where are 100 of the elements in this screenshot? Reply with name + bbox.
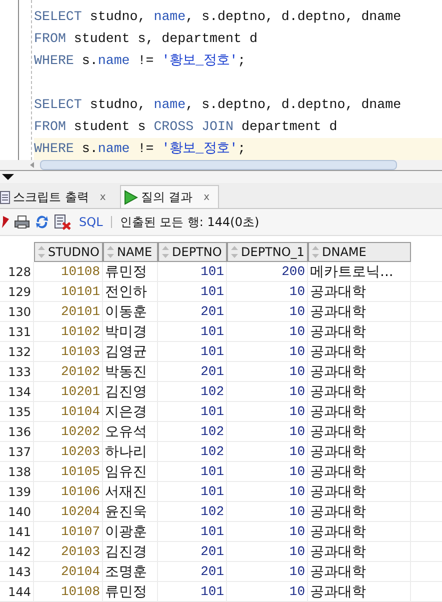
table-cell: 10 — [227, 382, 308, 402]
table-cell: 201 — [158, 302, 227, 322]
table-cell: 10204 — [34, 502, 103, 522]
row-number: 144 — [0, 582, 34, 602]
table-cell: 공과대학 — [308, 302, 411, 322]
table-cell: 101 — [158, 262, 227, 282]
table-cell: 201 — [158, 362, 227, 382]
collapse-icon[interactable] — [2, 174, 14, 180]
row-number: 129 — [0, 282, 34, 302]
table-cell: 10 — [227, 322, 308, 342]
sort-icon — [38, 246, 45, 258]
close-button[interactable]: x — [204, 192, 210, 202]
table-cell: 101 — [158, 322, 227, 342]
table-cell: 지은경 — [103, 402, 158, 422]
column-header[interactable]: STUDNO — [34, 242, 103, 262]
table-cell: 임유진 — [103, 462, 158, 482]
close-button[interactable]: x — [100, 192, 106, 202]
table-cell: 10 — [227, 582, 308, 602]
table-cell: 20102 — [34, 362, 103, 382]
table-cell: 류민정 — [103, 582, 158, 602]
table-cell: 201 — [158, 542, 227, 562]
table-cell: 공과대학 — [308, 502, 411, 522]
table-cell: 10 — [227, 482, 308, 502]
row-number: 142 — [0, 542, 34, 562]
table-cell: 공과대학 — [308, 542, 411, 562]
print-icon[interactable] — [14, 215, 30, 229]
table-cell: 10104 — [34, 402, 103, 422]
table-cell: 200 — [227, 262, 308, 282]
row-number: 131 — [0, 322, 34, 342]
table-cell: 101 — [158, 522, 227, 542]
table-cell: 102 — [158, 422, 227, 442]
table-cell: 101 — [158, 582, 227, 602]
table-cell: 메카트로닉... — [308, 262, 411, 282]
row-number: 132 — [0, 342, 34, 362]
row-number: 130 — [0, 302, 34, 322]
table-cell: 공과대학 — [308, 422, 411, 442]
table-cell: 하나리 — [103, 442, 158, 462]
table-cell: 공과대학 — [308, 522, 411, 542]
tab[interactable]: 질의 결과 x — [120, 185, 218, 208]
table-cell: 101 — [158, 282, 227, 302]
play-icon — [124, 190, 138, 204]
table-cell: 10 — [227, 362, 308, 382]
table-cell: 20103 — [34, 542, 103, 562]
row-number: 138 — [0, 462, 34, 482]
table-cell: 10108 — [34, 582, 103, 602]
sort-icon — [231, 246, 238, 258]
table-cell: 20104 — [34, 562, 103, 582]
table-cell: 이광훈 — [103, 522, 158, 542]
row-number: 141 — [0, 522, 34, 542]
table-cell: 10101 — [34, 282, 103, 302]
row-number: 139 — [0, 482, 34, 502]
pin-icon[interactable] — [0, 215, 10, 229]
table-cell: 10108 — [34, 262, 103, 282]
table-cell: 102 — [158, 502, 227, 522]
table-cell: 201 — [158, 562, 227, 582]
code-line: SELECT studno, name, s.deptno, d.deptno, dname — [34, 96, 402, 114]
table-cell: 101 — [158, 402, 227, 422]
scrollbar-thumb[interactable] — [40, 160, 397, 170]
table-cell: 공과대학 — [308, 582, 411, 602]
column-header[interactable]: NAME — [103, 242, 158, 262]
table-cell: 101 — [158, 482, 227, 502]
table-cell: 공과대학 — [308, 402, 411, 422]
table-cell: 공과대학 — [308, 442, 411, 462]
table-cell: 102 — [158, 382, 227, 402]
code-line: FROM student s CROSS JOIN department d — [34, 118, 338, 136]
row-number: 134 — [0, 382, 34, 402]
table-cell: 10203 — [34, 442, 103, 462]
code-line: SELECT studno, name, s.deptno, d.deptno, dname — [34, 8, 402, 26]
tab[interactable]: 스크립트 출력 x — [0, 186, 114, 208]
table-cell: 20101 — [34, 302, 103, 322]
table-cell: 101 — [158, 342, 227, 362]
table-cell: 10 — [227, 542, 308, 562]
table-cell: 류민정 — [103, 262, 158, 282]
delete-icon[interactable] — [54, 214, 71, 230]
table-cell: 10 — [227, 522, 308, 542]
table-cell: 10 — [227, 422, 308, 442]
table-cell: 공과대학 — [308, 322, 411, 342]
table-cell: 공과대학 — [308, 342, 411, 362]
sql-link[interactable]: SQL — [79, 215, 103, 229]
refresh-icon[interactable] — [34, 214, 50, 230]
table-cell: 공과대학 — [308, 382, 411, 402]
table-cell: 10105 — [34, 462, 103, 482]
table-cell: 10 — [227, 462, 308, 482]
table-cell: 10102 — [34, 322, 103, 342]
table-cell: 공과대학 — [308, 282, 411, 302]
column-header[interactable]: DEPTNO_1 — [227, 242, 308, 262]
table-cell: 101 — [158, 462, 227, 482]
table-cell: 김영균 — [103, 342, 158, 362]
table-cell: 10201 — [34, 382, 103, 402]
table-cell: 공과대학 — [308, 482, 411, 502]
table-cell: 10 — [227, 342, 308, 362]
column-header[interactable]: DNAME — [308, 242, 411, 262]
table-cell: 10 — [227, 402, 308, 422]
row-number: 137 — [0, 442, 34, 462]
table-cell: 조명훈 — [103, 562, 158, 582]
table-cell: 10 — [227, 282, 308, 302]
table-cell: 102 — [158, 442, 227, 462]
column-header[interactable]: DEPTNO — [158, 242, 227, 262]
table-cell: 전인하 — [103, 282, 158, 302]
table-cell: 10106 — [34, 482, 103, 502]
